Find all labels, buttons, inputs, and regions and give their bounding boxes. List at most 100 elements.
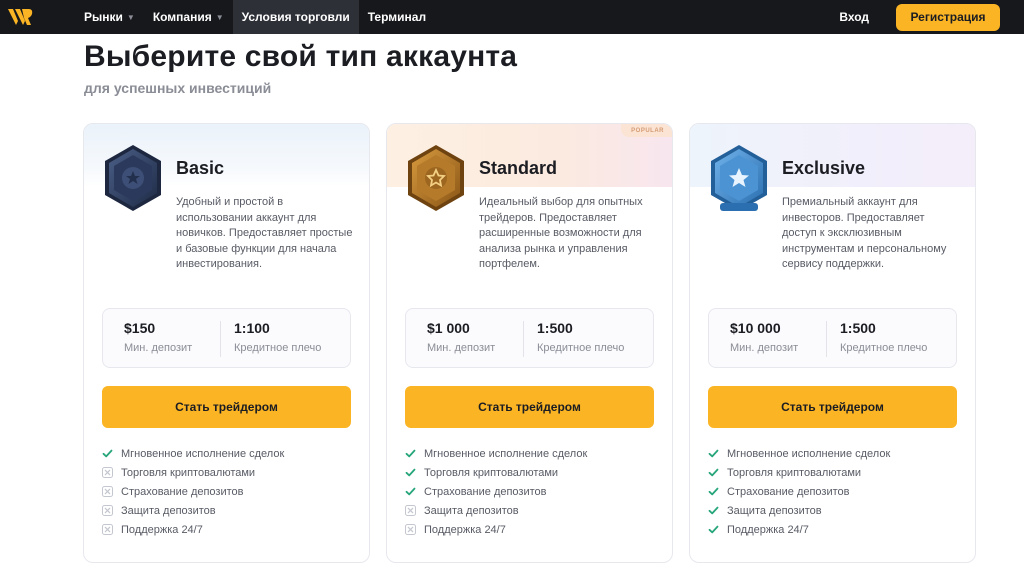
check-icon <box>405 448 416 459</box>
feature-item: Мгновенное исполнение сделок <box>708 444 890 463</box>
feature-item: Страхование депозитов <box>405 482 587 501</box>
feature-item: Мгновенное исполнение сделок <box>102 444 284 463</box>
min-deposit-value: $1 000 <box>427 320 470 336</box>
min-deposit-stat: $10 000 Мин. депозит <box>730 320 798 354</box>
feature-label: Мгновенное исполнение сделок <box>121 447 285 460</box>
card-title: Exclusive <box>782 158 866 178</box>
feature-item: Торговля криптовалютами <box>405 463 587 482</box>
nav-item-markets[interactable]: Рынки ▼ <box>75 0 144 34</box>
feature-label: Защита депозитов <box>727 504 822 517</box>
cross-icon <box>405 524 416 535</box>
leverage-value: 1:500 <box>537 320 573 336</box>
leverage-value: 1:500 <box>840 320 876 336</box>
feature-label: Страхование депозитов <box>424 485 547 498</box>
check-icon <box>708 486 719 497</box>
card-stats: $150 Мин. депозит 1:100 Кредитное плечо <box>102 308 351 368</box>
leverage-label: Кредитное плечо <box>234 342 322 354</box>
card-stats: $1 000 Мин. депозит 1:500 Кредитное плеч… <box>405 308 654 368</box>
register-button[interactable]: Регистрация <box>896 3 1000 31</box>
check-icon <box>708 467 719 478</box>
chevron-down-icon: ▼ <box>215 12 224 22</box>
check-icon <box>102 448 113 459</box>
feature-item: Защита депозитов <box>405 501 587 520</box>
page-subtitle: для успешных инвестиций <box>84 80 272 96</box>
stats-divider <box>826 321 827 357</box>
feature-label: Мгновенное исполнение сделок <box>424 447 588 460</box>
card-stats: $10 000 Мин. депозит 1:500 Кредитное пле… <box>708 308 957 368</box>
feature-item: Торговля криптовалютами <box>102 463 284 482</box>
min-deposit-label: Мин. депозит <box>427 342 496 354</box>
card-description: Идеальный выбор для опытных трейдеров. П… <box>479 196 643 271</box>
nav-item-label: Терминал <box>367 10 427 24</box>
brand-logo-icon[interactable] <box>0 0 40 34</box>
stats-divider <box>523 321 524 357</box>
leverage-stat: 1:500 Кредитное плечо <box>537 320 624 354</box>
feature-label: Страхование депозитов <box>727 485 850 498</box>
nav-item-trading-conditions[interactable]: Условия торговли <box>232 0 359 34</box>
feature-label: Защита депозитов <box>424 504 519 517</box>
feature-item: Поддержка 24/7 <box>708 520 890 539</box>
account-card-exclusive: Exclusive Премиальный аккаунт для инвест… <box>689 123 976 563</box>
stats-divider <box>220 321 221 357</box>
feature-list: Мгновенное исполнение сделок Торговля кри… <box>708 444 890 539</box>
nav-item-label: Рынки <box>84 10 123 24</box>
popular-badge: POPULAR <box>621 124 672 137</box>
top-navbar: Рынки ▼ Компания ▼ Условия торговли Терм… <box>0 0 1024 34</box>
cross-icon <box>102 505 113 516</box>
leverage-value: 1:100 <box>234 320 270 336</box>
feature-label: Поддержка 24/7 <box>727 523 809 536</box>
min-deposit-value: $10 000 <box>730 320 781 336</box>
account-card-standard: POPULAR Standard Идеальный выбор для опы… <box>386 123 673 563</box>
feature-item: Защита депозитов <box>102 501 284 520</box>
feature-item: Защита депозитов <box>708 501 890 520</box>
cross-icon <box>102 524 113 535</box>
cross-icon <box>102 486 113 497</box>
feature-label: Поддержка 24/7 <box>121 523 203 536</box>
feature-item: Поддержка 24/7 <box>102 520 284 539</box>
feature-item: Торговля криптовалютами <box>708 463 890 482</box>
feature-item: Страхование депозитов <box>708 482 890 501</box>
min-deposit-label: Мин. депозит <box>730 342 799 354</box>
feature-label: Торговля криптовалютами <box>727 466 862 479</box>
become-trader-button[interactable]: Стать трейдером <box>405 386 654 428</box>
become-trader-button[interactable]: Стать трейдером <box>708 386 957 428</box>
check-icon <box>708 524 719 535</box>
account-card-basic: Basic Удобный и простой в использовании … <box>83 123 370 563</box>
feature-label: Защита депозитов <box>121 504 216 517</box>
leverage-label: Кредитное плечо <box>537 342 625 354</box>
min-deposit-stat: $150 Мин. депозит <box>124 320 192 354</box>
feature-label: Мгновенное исполнение сделок <box>727 447 891 460</box>
cross-icon <box>405 505 416 516</box>
cross-icon <box>102 467 113 478</box>
nav-item-label: Условия торговли <box>241 10 350 24</box>
feature-item: Поддержка 24/7 <box>405 520 587 539</box>
feature-label: Торговля криптовалютами <box>121 466 256 479</box>
check-icon <box>708 448 719 459</box>
become-trader-button[interactable]: Стать трейдером <box>102 386 351 428</box>
card-description: Удобный и простой в использовании аккаун… <box>176 196 353 271</box>
chevron-down-icon: ▼ <box>126 12 135 22</box>
min-deposit-value: $150 <box>124 320 156 336</box>
min-deposit-label: Мин. депозит <box>124 342 193 354</box>
blue-hexagon-star-badge-icon <box>708 143 770 217</box>
feature-list: Мгновенное исполнение сделок Торговля кри… <box>405 444 587 539</box>
navy-hexagon-star-badge-icon <box>102 143 164 217</box>
check-icon <box>405 467 416 478</box>
bronze-hexagon-star-badge-icon <box>405 143 467 217</box>
card-description: Премиальный аккаунт для инвесторов. Пред… <box>782 196 947 271</box>
leverage-stat: 1:100 Кредитное плечо <box>234 320 321 354</box>
feature-item: Страхование депозитов <box>102 482 284 501</box>
card-title: Basic <box>176 158 225 178</box>
feature-item: Мгновенное исполнение сделок <box>405 444 587 463</box>
leverage-label: Кредитное плечо <box>840 342 928 354</box>
nav-item-terminal[interactable]: Терминал <box>359 0 435 34</box>
page-title: Выберите свой тип аккаунта <box>84 40 518 73</box>
check-icon <box>708 505 719 516</box>
feature-list: Мгновенное исполнение сделок Торговля кри… <box>102 444 284 539</box>
card-title: Standard <box>479 158 558 178</box>
feature-label: Поддержка 24/7 <box>424 523 506 536</box>
nav-item-company[interactable]: Компания ▼ <box>144 0 233 34</box>
leverage-stat: 1:500 Кредитное плечо <box>840 320 927 354</box>
check-icon <box>405 486 416 497</box>
login-link[interactable]: Вход <box>839 10 869 24</box>
